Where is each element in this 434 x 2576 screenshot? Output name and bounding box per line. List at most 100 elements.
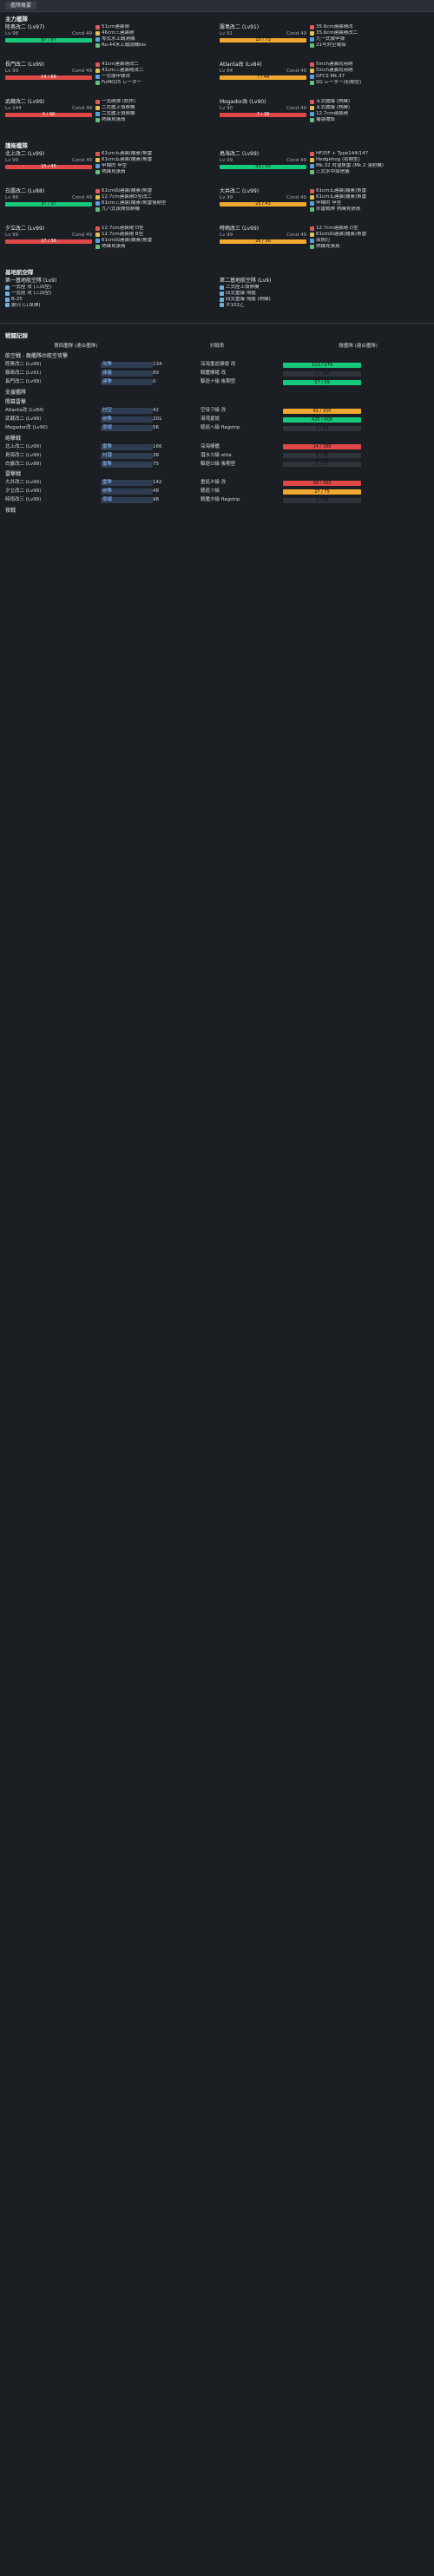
tab-fleet-summary[interactable]: 艦隊概要 (5, 1, 37, 10)
equipment-item[interactable]: FuMO25 レーダー (95, 80, 214, 86)
equipment-item[interactable]: 51cm連装砲 (95, 24, 214, 30)
attack-type: 攻撃 (101, 362, 153, 369)
plane-name: 二式陸上偵察機 (226, 284, 260, 290)
damage-value: 56 (153, 425, 159, 431)
ship-card[interactable]: 大井改二 (Lv99) Lv 99 Cond 49 25 / 43 61cm五連装(酸素… (220, 188, 429, 223)
hp-bar: 59 / 59 (220, 164, 306, 169)
ship-name: 霧島改二 (Lv91) (220, 24, 260, 31)
equipment-name: 5inch連装両用砲 (316, 68, 353, 73)
equipment-item[interactable]: 61cm四連装(酸素)魚雷 (310, 232, 429, 238)
ship-info: 鳥海改二 (Lv99) Lv 99 Cond 49 59 / 59 (220, 151, 306, 186)
equipment-item[interactable]: Hedgehog (初期型) (310, 157, 429, 163)
equipment-item[interactable]: 補強増設 (310, 117, 429, 123)
plane-icon (220, 291, 224, 296)
plane-item[interactable]: 銀河 (江草隊) (5, 303, 214, 309)
plane-item[interactable]: 四式重爆 飛龍 (熟練) (220, 297, 429, 303)
battle-log-row: 長門改二 (Lv99) 連撃 0 駆逐ナ級 後期型 57 / 59 (0, 378, 434, 387)
land-base-card[interactable]: 第二基地航空隊 (Lv9) 二式陸上偵察機 四式重爆 飛龍 四式重爆 飛龍 (熟練) キ… (220, 278, 429, 312)
equipment-item[interactable]: 61cm四連装(酸素)魚雷 (95, 238, 214, 244)
equipment-item[interactable]: 五式艦爆 (熟練) (310, 99, 429, 105)
equipment-item[interactable]: 35.6cm連装砲改二 (310, 30, 429, 36)
equipment-item[interactable]: 12.7cm連装砲 (310, 111, 429, 117)
ship-card[interactable]: 鳥海改二 (Lv99) Lv 99 Cond 49 59 / 59 HF/DF + Ty… (220, 151, 429, 186)
equipment-item[interactable]: HF/DF + Type144/147 (310, 151, 429, 157)
equipment-item[interactable]: 12.7cm連装砲 B型 (95, 232, 214, 238)
plane-item[interactable]: 一式陸 攻 (三四型) (5, 285, 214, 291)
equipment-item[interactable]: 一式砲弾 (試作) (95, 99, 214, 105)
equipment-name: Hedgehog (初期型) (316, 157, 360, 163)
equipment-item[interactable]: 零式水上観測機 (95, 36, 214, 43)
equipment-item[interactable]: 61cm三連装(酸素)魚雷後期型 (95, 200, 214, 206)
equipment-name: 二式艦上偵察機 (102, 110, 135, 116)
equipment-item[interactable]: 61cm五連装(酸素)魚雷 (310, 188, 429, 194)
ship-card[interactable]: Atlanta改 (Lv84) Lv 84 Cond 49 7 / 49 5inch連装… (220, 62, 429, 96)
plane-item[interactable]: キ102乙 (220, 303, 429, 309)
ship-level: Lv 99 (5, 68, 19, 74)
equipment-item[interactable]: 5inch連装両用砲 (310, 68, 429, 74)
equipment-item[interactable]: 水雷戦隊 熟練見張員 (310, 206, 429, 213)
ship-card[interactable]: 白露改二 (Lv88) Lv 88 Cond 49 37 / 37 61cm四連装(酸素… (5, 188, 214, 223)
equipment-item[interactable]: 九一式徹甲弾 (310, 36, 429, 43)
equipment-item[interactable]: 熟練見張員 (95, 169, 214, 175)
equipment-item[interactable]: 甲標的 甲型 (310, 200, 429, 206)
equipment-item[interactable]: 5inch連装両用砲 (310, 62, 429, 68)
ship-card[interactable]: 長門改二 (Lv99) Lv 99 Cond 49 14 / 66 41cm連装砲改二 4… (5, 62, 214, 96)
ship-card[interactable]: 夕立改二 (Lv99) Lv 99 Cond 49 17 / 36 12.7cm連装砲 … (5, 226, 214, 260)
equipment-item[interactable]: 熟練見張員 (310, 244, 429, 250)
plane-item[interactable]: 二式陸上偵察機 (220, 285, 429, 291)
ship-card[interactable]: 北上改二 (Lv99) Lv 99 Cond 49 15 / 45 61cm五連装(酸素… (5, 151, 214, 186)
equipment-icon (95, 25, 100, 30)
equipment-item[interactable]: Mk.32 対潜魚雷 (Mk.2 落射機) (310, 163, 429, 169)
equipment-item[interactable]: 一式徹甲弾改 (95, 74, 214, 80)
ship-card[interactable]: 陸奥改二 (Lv97) Lv 98 Cond 49 97 / 97 51cm連装砲 46c… (5, 24, 214, 59)
equipment-item[interactable]: 41cm連装砲改二 (95, 62, 214, 68)
equipment-item[interactable]: 12.7cm連装砲 D型 (310, 226, 429, 232)
target-name: 空母ヲ級 改 (201, 408, 227, 414)
equipment-item[interactable]: 35.6cm連装砲改 (310, 24, 429, 30)
equipment-list: 61cm五連装(酸素)魚雷 61cm五連装(酸素)魚雷 甲標的 甲型 水雷戦隊 熟練見… (310, 188, 429, 223)
equipment-item[interactable]: SG レーダー(初期型) (310, 80, 429, 86)
equipment-item[interactable]: 五式艦爆 (熟練) (310, 105, 429, 111)
plane-item[interactable]: 四式重爆 飛龍 (220, 291, 429, 297)
ship-card[interactable]: 霧島改二 (Lv91) Lv 91 Cond 49 10 / 73 35.6cm連装砲改… (220, 24, 429, 59)
equipment-item[interactable]: 61cm五連装(酸素)魚雷 (95, 157, 214, 163)
land-base-card[interactable]: 第一基地航空隊 (Lv9) 一式陸 攻 (三四型) 一式陸 攻 (三四型) B-25 銀… (5, 278, 214, 312)
battle-log-row: 武蔵改二 (Lv99) 砲撃 201 港湾夏姫 420 / 600 (0, 416, 434, 424)
ship-name: Mogador改 (Lv90) (220, 99, 266, 106)
plane-item[interactable]: B-25 (5, 297, 214, 303)
equipment-item[interactable]: 61cm五連装(酸素)魚雷 (95, 151, 214, 157)
battle-header-friendly: 第四艦隊 (連合艦隊) (54, 343, 98, 349)
plane-item[interactable]: 一式陸 攻 (三四型) (5, 291, 214, 297)
equipment-item[interactable]: 41cm三連装砲改二 (95, 68, 214, 74)
equipment-item[interactable]: 探照灯 (310, 238, 429, 244)
battle-log-opening: Atlanta改 (Lv84) 対空 42 空母ヲ級 改 91 / 150 武蔵改二 (L… (0, 407, 434, 433)
equipment-item[interactable]: 二式艦上偵察機 (95, 105, 214, 111)
equipment-item[interactable]: 熟練見張員 (95, 244, 214, 250)
equipment-item[interactable]: 46cm三連装砲 (95, 30, 214, 36)
land-base-name: 第一基地航空隊 (Lv9) (5, 278, 57, 285)
equipment-item[interactable]: 12.7cm連装砲 D型 (95, 226, 214, 232)
equipment-item[interactable]: 二式艦上偵察機 (95, 111, 214, 117)
ship-info: 長門改二 (Lv99) Lv 99 Cond 49 14 / 66 (5, 62, 92, 96)
target-hp-bar: 38 / 180 (283, 480, 361, 486)
equipment-name: 補強増設 (316, 116, 336, 122)
equipment-item[interactable]: 21号対空電探 (310, 43, 429, 49)
equipment-item[interactable]: 12.7cm連装砲D型改二 (95, 194, 214, 200)
equipment-item[interactable]: Ro.44水上戦闘機bis (95, 43, 214, 49)
plane-name: 銀河 (江草隊) (11, 302, 41, 308)
equipment-item[interactable]: 甲標的 甲型 (95, 163, 214, 169)
ship-card[interactable]: Mogador改 (Lv90) Lv 90 Cond 49 7 / 38 五式艦爆 (熟… (220, 99, 429, 134)
ship-card[interactable]: 武蔵改二 (Lv99) Lv 144 Cond 49 3 / 98 一式砲弾 (試作) 二… (5, 99, 214, 134)
equipment-item[interactable]: 61cm五連装(酸素)魚雷 (310, 194, 429, 200)
equipment-item[interactable]: 九八式夜間偵察機 (95, 206, 214, 213)
equipment-name: 熟練見張員 (102, 168, 126, 174)
equipment-name: 二式艦上偵察機 (102, 105, 135, 110)
equipment-item[interactable]: 熟練見張員 (95, 117, 214, 123)
equipment-item[interactable]: GFCS Mk.37 (310, 74, 429, 80)
ship-card[interactable]: 時雨改三 (Lv99) Lv 99 Cond 49 26 / 36 12.7cm連装砲 … (220, 226, 429, 260)
equipment-item[interactable]: 三式水中探信儀 (310, 169, 429, 175)
damage-value: 75 (153, 461, 159, 467)
equipment-icon (310, 111, 314, 116)
ship-meta: Lv 144 Cond 49 (5, 106, 92, 112)
equipment-item[interactable]: 61cm四連装(酸素)魚雷 (95, 188, 214, 194)
